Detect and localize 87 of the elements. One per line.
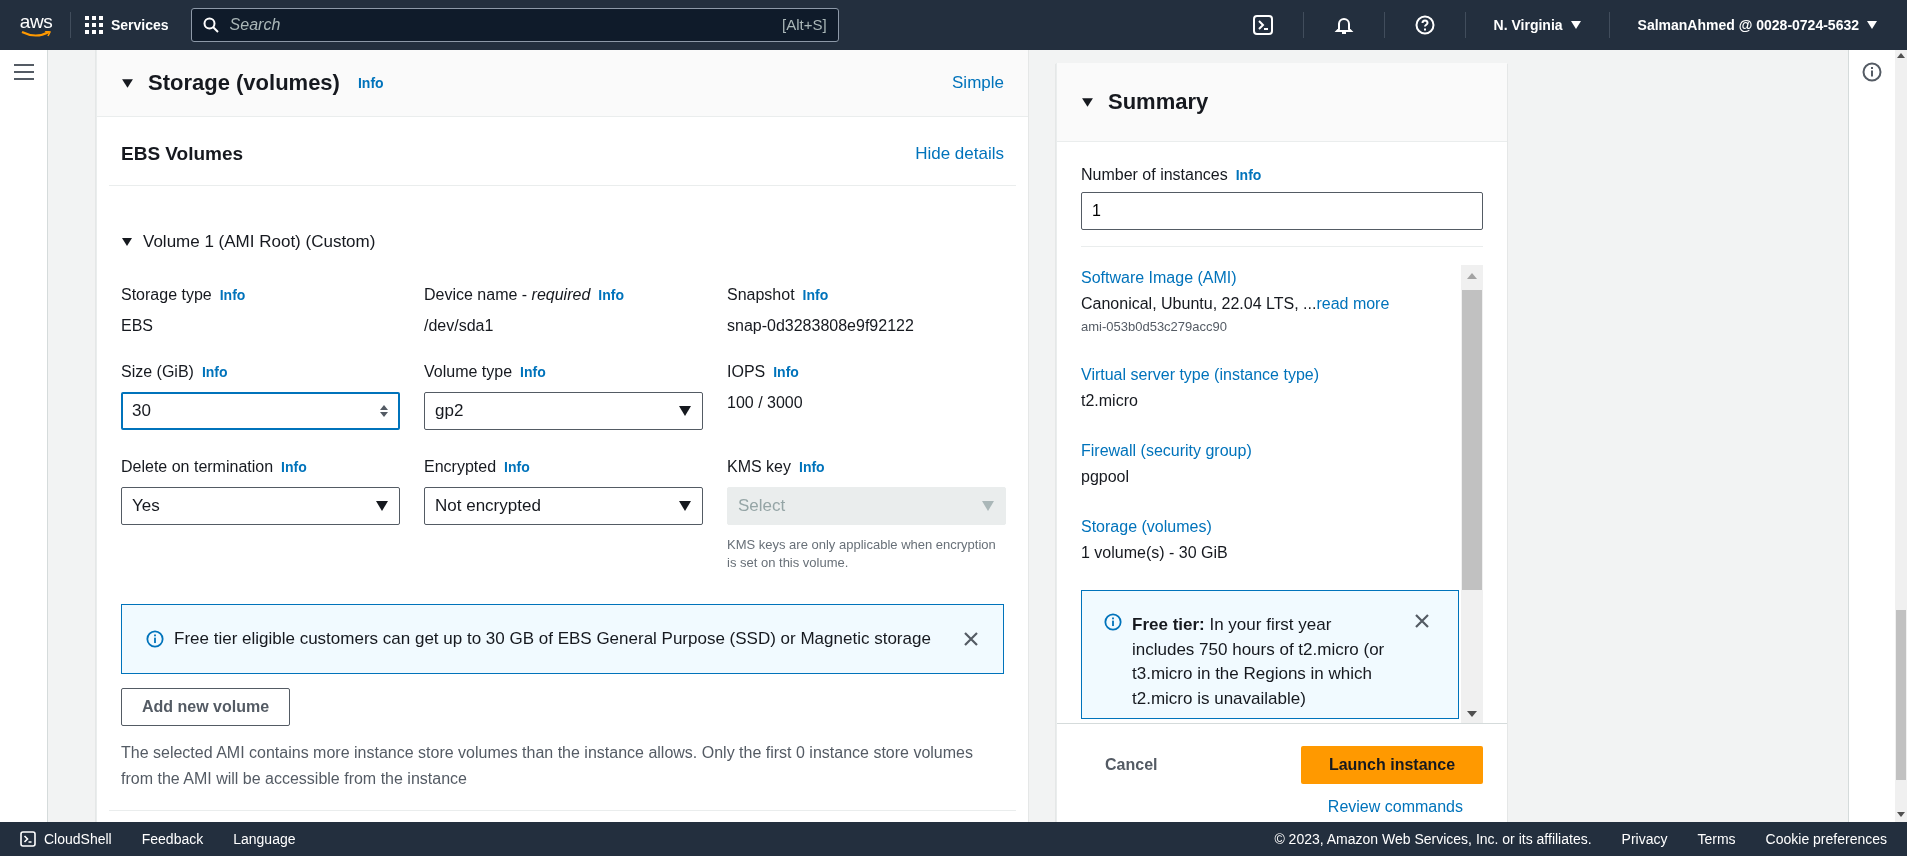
info-icon: [146, 630, 164, 649]
field-label: Encrypted: [424, 458, 497, 476]
shortcut-hint: [Alt+S]: [782, 16, 827, 33]
field-label: Delete on termination: [121, 458, 274, 476]
search-icon: [202, 17, 219, 33]
footer-link[interactable]: Feedback: [141, 831, 204, 847]
info-link[interactable]: Info: [802, 287, 829, 303]
simple-link[interactable]: Simple: [952, 73, 1004, 93]
field-label: IOPS: [727, 363, 766, 381]
ami-id: ami-053b0d53c279acc90: [1081, 319, 1228, 334]
account-menu[interactable]: SalmanAhmed @ 0028-0724-5632: [1623, 17, 1891, 33]
field-label: Storage type: [121, 286, 212, 304]
field-label: Snapshot: [727, 286, 795, 304]
info-link[interactable]: Info: [219, 287, 246, 303]
dropdown-arrow-icon: [981, 500, 995, 512]
footer-link[interactable]: Terms: [1697, 831, 1736, 847]
info-link[interactable]: Info: [773, 364, 799, 380]
hide-details-link[interactable]: Hide details: [915, 144, 1004, 164]
caret-icon: [1570, 21, 1581, 29]
field-label: Number of instances: [1081, 166, 1228, 184]
info-link[interactable]: Info: [520, 364, 546, 380]
number-input[interactable]: 30: [121, 392, 400, 430]
close-button[interactable]: [963, 631, 979, 648]
info-link[interactable]: Info: [281, 459, 307, 475]
info-link[interactable]: Info: [504, 459, 530, 475]
field-value: 100 / 3000: [727, 393, 804, 412]
footer-link[interactable]: Privacy: [1621, 831, 1668, 847]
region-menu[interactable]: N. Virginia: [1479, 17, 1595, 33]
menu-icon[interactable]: [13, 64, 34, 80]
info-link[interactable]: Info: [201, 364, 228, 380]
field-label: KMS key: [727, 458, 791, 476]
info-link[interactable]: Info: [598, 287, 624, 303]
dropdown-arrow-icon: [375, 500, 389, 512]
field-hint: KMS keys are only applicable when encryption is set on this volume.: [727, 536, 997, 573]
close-icon: [1414, 613, 1430, 629]
terminal-icon: [20, 831, 36, 847]
info-link[interactable]: Info: [1235, 167, 1262, 183]
caret-icon: [1867, 21, 1877, 29]
summary-value: 1 volume(s) - 30 GiB: [1081, 544, 1229, 562]
read-more-link[interactable]: read more: [1316, 295, 1390, 312]
dropdown-arrow-icon: [678, 500, 692, 512]
close-button[interactable]: [1414, 613, 1430, 629]
summary-title: Summary: [1108, 89, 1209, 115]
caret-icon[interactable]: [121, 236, 133, 248]
services-menu[interactable]: Services: [85, 16, 169, 34]
field-value: /dev/sda1: [424, 316, 495, 335]
field-value: EBS: [121, 316, 154, 335]
summary-value: Canonical, Ubuntu, 22.04 LTS, ...read more: [1081, 295, 1391, 313]
ebs-volumes-title: EBS Volumes: [121, 143, 244, 165]
close-icon: [963, 631, 979, 648]
summary-item-link[interactable]: Firewall (security group): [1081, 442, 1252, 460]
field-label: Device name - required: [424, 286, 591, 304]
footer-link[interactable]: Cookie preferences: [1765, 831, 1887, 847]
info-icon: [1104, 613, 1122, 631]
caret-icon[interactable]: [1081, 95, 1094, 109]
alert-text: Free tier: In your first year includes 750 hours of t2.micro (or t3.micro in the Regions in which t2.micro is unavailable): [1132, 614, 1386, 710]
cancel-button[interactable]: Cancel: [1081, 748, 1182, 782]
copyright-text: © 2023, Amazon Web Services, Inc. or its affiliates.: [1274, 831, 1592, 847]
field-label: Size (GiB): [121, 363, 194, 381]
summary-item-link[interactable]: Software Image (AMI): [1081, 269, 1237, 287]
select-dropdown[interactable]: Yes: [121, 487, 400, 525]
section-title: Storage (volumes): [148, 70, 340, 96]
dropdown-arrow-icon: [678, 405, 692, 417]
alert-text: Free tier eligible customers can get up to 30 GB of EBS General Purpose (SSD) or Magnetic storage: [174, 628, 932, 651]
scrollbar-drawing[interactable]: [1461, 265, 1483, 723]
summary-item-link[interactable]: Storage (volumes): [1081, 518, 1212, 536]
stepper-icon[interactable]: [379, 403, 389, 419]
grid-icon: [85, 16, 103, 34]
summary-value: t2.micro: [1081, 392, 1139, 410]
caret-icon[interactable]: [121, 76, 134, 90]
select-dropdown[interactable]: gp2: [424, 392, 703, 430]
select-dropdown[interactable]: Not encrypted: [424, 487, 703, 525]
field-value: snap-0d3283808e9f92122: [727, 316, 915, 335]
aws-logo[interactable]: aws: [16, 12, 56, 38]
footer-link[interactable]: CloudShell: [20, 831, 112, 847]
summary-value: pgpool: [1081, 468, 1131, 486]
summary-item-link[interactable]: Virtual server type (instance type): [1081, 366, 1320, 384]
volume-title: Volume 1 (AMI Root) (Custom): [143, 232, 376, 252]
add-volume-button[interactable]: Add new volume: [121, 688, 291, 727]
footer-link[interactable]: Language: [233, 831, 296, 847]
info-icon: [1862, 62, 1882, 82]
store-volume-note: The selected AMI contains more instance store volumes than the instance allows. Only the first 0 instance store volumes from the AMI will be accessible from the instance: [121, 743, 974, 789]
field-label: Volume type: [424, 363, 513, 381]
instances-input[interactable]: 1: [1081, 192, 1483, 230]
launch-instance-button[interactable]: Launch instance: [1301, 746, 1483, 784]
review-commands-link[interactable]: Review commands: [1327, 798, 1483, 816]
info-link[interactable]: Info: [357, 75, 384, 91]
